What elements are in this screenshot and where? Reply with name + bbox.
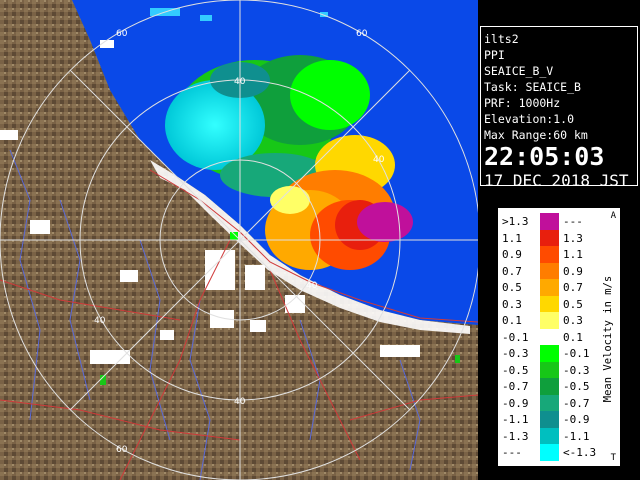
legend-row: -0.5 -0.3: [499, 361, 609, 379]
legend-row-lower: ---: [502, 446, 522, 459]
legend-row-lower: >1.3: [502, 215, 529, 228]
legend-row-lower: -0.1: [502, 330, 529, 344]
legend-row-upper: 0.5: [563, 297, 583, 311]
legend-row: -0.3 -0.1: [499, 345, 609, 362]
legend-row-lower: 1.1: [502, 231, 522, 245]
range-label-40-right-low: 40: [306, 281, 318, 291]
legend-row-upper: 1.3: [563, 231, 583, 245]
legend-row: --- <-1.3: [499, 444, 609, 461]
legend-unit: Mean Velocity in m/s: [599, 229, 617, 449]
legend-row-upper: 1.1: [563, 248, 583, 261]
legend-row: 0.9 1.1: [499, 246, 609, 263]
scan-type: PPI: [484, 48, 505, 62]
legend-color-swatch: [540, 394, 559, 412]
legend-color-swatch: [540, 246, 559, 263]
prf-value: PRF: 1000Hz: [484, 96, 561, 110]
scan-time: 22:05:03: [484, 142, 605, 171]
legend-row-upper: 0.9: [563, 264, 583, 278]
legend-row-lower: -1.1: [502, 413, 529, 426]
legend-row: -0.7 -0.5: [499, 378, 609, 395]
legend-row-upper: 0.7: [563, 281, 583, 294]
legend-top-marker: A: [610, 211, 616, 221]
legend-color-swatch: [540, 444, 559, 461]
legend-row-upper: -1.1: [563, 429, 590, 443]
scan-info-panel: ilts2 PPI SEAICE_B_V Task: SEAICE_B PRF:…: [480, 26, 638, 190]
legend-row-upper: -0.9: [563, 413, 590, 426]
legend-row: 1.1 1.3: [499, 229, 609, 247]
legend-row: 0.5 0.7: [499, 279, 609, 296]
legend-row-lower: 0.7: [502, 264, 522, 278]
range-label-40-bottom: 40: [234, 397, 246, 407]
legend-color-swatch: [540, 229, 559, 247]
legend-row-lower: 0.9: [502, 248, 522, 261]
range-label-60-tr: 60: [356, 29, 368, 39]
legend-row-lower: -0.5: [502, 363, 529, 377]
legend-unit-label: Mean Velocity in m/s: [602, 275, 614, 403]
legend-row: -0.1 0.1: [499, 328, 609, 346]
legend-color-swatch: [540, 279, 559, 296]
legend-row: -1.1 -0.9: [499, 411, 609, 428]
elevation-value: Elevation:1.0: [484, 112, 575, 126]
legend-color-swatch: [540, 213, 559, 230]
legend-color-swatch: [540, 262, 559, 280]
legend-row-lower: 0.3: [502, 297, 522, 311]
legend-row-lower: 0.5: [502, 281, 522, 294]
legend-row: >1.3 ---: [499, 213, 609, 230]
legend-color-swatch: [540, 312, 559, 329]
legend-row-lower: 0.1: [502, 314, 522, 327]
legend-row-lower: -0.9: [502, 396, 529, 410]
legend-row-upper: 0.3: [563, 314, 583, 327]
legend-row-upper: <-1.3: [563, 446, 597, 459]
range-label-40-right: 40: [373, 155, 385, 165]
range-label-60-tl: 60: [116, 29, 128, 39]
legend-row: -1.3 -1.1: [499, 427, 609, 445]
legend-color-swatch: [540, 411, 559, 428]
legend-color-swatch: [540, 427, 559, 445]
legend-color-swatch: [540, 361, 559, 379]
range-label-40-left: 40: [94, 316, 106, 326]
legend-color-swatch: [540, 328, 559, 346]
range-label-60-bottom: 60: [116, 445, 128, 455]
legend-row-lower: -1.3: [502, 429, 529, 443]
site-name: ilts2: [484, 32, 519, 46]
legend-row-upper: -0.7: [563, 396, 590, 410]
legend-color-swatch: [540, 345, 559, 362]
range-label-40-top: 40: [234, 77, 246, 87]
velocity-legend: >1.3 --- 1.1 1.3 0.9 1.1 0.7 0.9 0.5 0.7 0.3 0.5 0.1…: [498, 208, 620, 466]
max-range-value: Max Range:60 km: [484, 128, 588, 142]
legend-row-upper: 0.1: [563, 330, 583, 344]
radar-map[interactable]: 60 60 40 40 40 40 40 60: [0, 0, 478, 480]
legend-bottom-marker: T: [610, 453, 616, 463]
legend-color-swatch: [540, 378, 559, 395]
legend-row: 0.1 0.3: [499, 312, 609, 329]
legend-row: 0.3 0.5: [499, 295, 609, 313]
legend-row-upper: -0.1: [563, 347, 590, 360]
legend-row-lower: -0.3: [502, 347, 529, 360]
legend-row-upper: -0.5: [563, 380, 590, 393]
legend-row: 0.7 0.9: [499, 262, 609, 280]
legend-row-lower: -0.7: [502, 380, 529, 393]
legend-row: -0.9 -0.7: [499, 394, 609, 412]
scan-date: 17 DEC 2018 JST: [484, 171, 629, 190]
legend-row-upper: -0.3: [563, 363, 590, 377]
legend-color-swatch: [540, 295, 559, 313]
legend-row-upper: ---: [563, 215, 583, 228]
task-name: Task: SEAICE_B: [484, 80, 581, 94]
ppi-map-svg: 60 60 40 40 40 40 40 60: [0, 0, 478, 480]
product-name: SEAICE_B_V: [484, 64, 554, 78]
